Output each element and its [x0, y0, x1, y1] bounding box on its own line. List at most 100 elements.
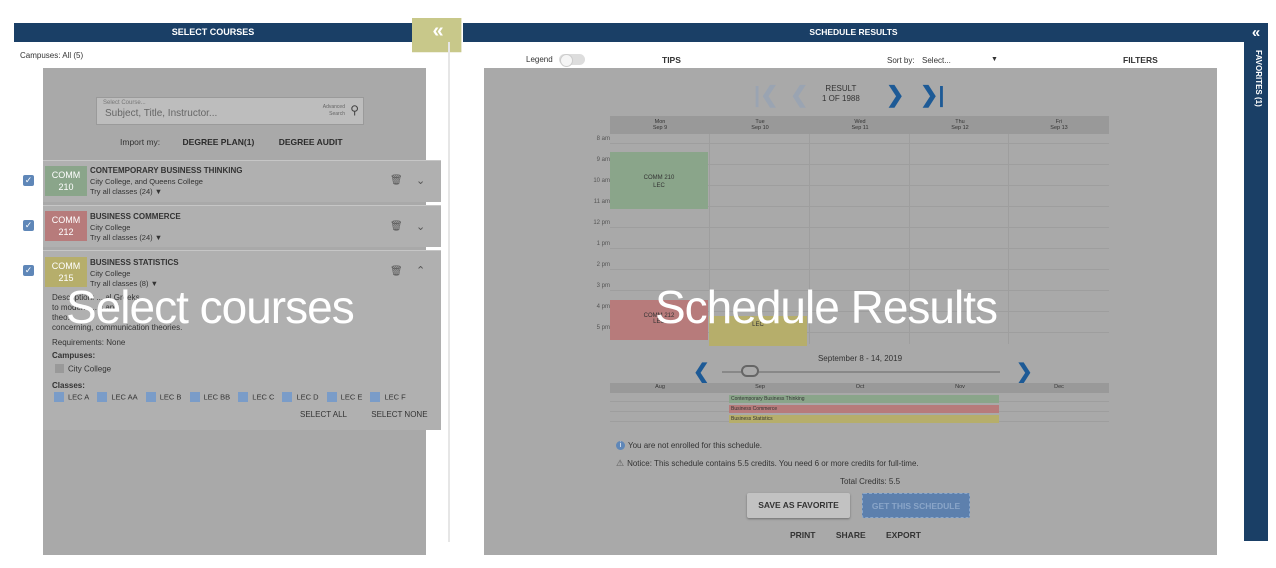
course-subject: COMM	[51, 215, 81, 225]
import-degree-plan-link[interactable]: DEGREE PLAN(1)	[183, 137, 255, 147]
hour-label: 11 am	[593, 199, 610, 205]
schedule-actions: PRINT SHARE EXPORT	[790, 530, 939, 540]
panel-divider	[448, 42, 450, 542]
caret-down-icon[interactable]: ▼	[991, 56, 998, 63]
week-slider-track[interactable]	[722, 371, 1000, 373]
hour-label: 2 pm	[596, 262, 610, 268]
class-checkbox[interactable]	[145, 392, 156, 403]
campus-checkbox-item[interactable]: City College	[55, 364, 112, 374]
print-link[interactable]: PRINT	[790, 530, 816, 540]
advanced-search-link[interactable]: Advanced Search	[317, 104, 345, 118]
campuses-filter-label[interactable]: Campuses: All (5)	[20, 51, 83, 60]
select-all-link[interactable]: SELECT ALL	[300, 410, 347, 419]
classes-checkbox-row: LEC A LEC AA LEC B LEC BB LEC C LEC D LE…	[54, 392, 406, 403]
credits-notice-text: Notice: This schedule contains 5.5 credi…	[627, 459, 919, 468]
search-field-label: Select Course...	[103, 100, 146, 106]
try-all-classes-dropdown[interactable]: Try all classes (24) ▼	[90, 187, 162, 196]
chevron-down-icon[interactable]: ⌄	[416, 220, 425, 233]
day-header: Fri Sep 13	[1009, 119, 1109, 131]
day-header: Mon Sep 9	[610, 119, 710, 131]
select-links: SELECT ALL SELECT NONE	[300, 410, 450, 419]
previous-result-icon[interactable]: ❮	[790, 82, 808, 108]
course-checkbox[interactable]: ✓	[23, 220, 34, 231]
classes-heading: Classes:	[52, 381, 85, 390]
course-search-field[interactable]: Select Course... Subject, Title, Instruc…	[96, 97, 364, 125]
try-all-classes-dropdown[interactable]: Try all classes (24) ▼	[90, 233, 162, 242]
class-checkbox[interactable]	[282, 392, 293, 403]
legend-toggle[interactable]	[559, 54, 585, 67]
course-number: 210	[58, 182, 74, 192]
class-checkbox[interactable]	[238, 392, 249, 403]
course-title: CONTEMPORARY BUSINESS THINKING	[90, 166, 243, 175]
export-link[interactable]: EXPORT	[886, 530, 921, 540]
day-date: Sep 13	[1050, 125, 1068, 131]
favorites-label[interactable]: FAVORITES (1)	[1249, 50, 1263, 107]
expand-favorites-icon[interactable]: «	[1244, 24, 1268, 41]
course-checkbox[interactable]: ✓	[23, 265, 34, 276]
save-as-favorite-button[interactable]: SAVE AS FAVORITE	[747, 493, 850, 518]
campus-checkbox[interactable]	[55, 364, 64, 374]
month-label: Aug	[655, 384, 665, 390]
class-checkbox[interactable]	[189, 392, 200, 403]
class-checkbox[interactable]	[370, 392, 381, 403]
chevron-up-icon[interactable]: ⌃	[416, 264, 425, 277]
class-label: LEC A	[68, 392, 90, 402]
filters-link[interactable]: FILTERS	[1123, 55, 1158, 65]
enrollment-notice: i You are not enrolled for this schedule.	[616, 441, 762, 451]
month-label: Sep	[755, 384, 765, 390]
last-result-icon[interactable]: ❯|	[920, 82, 945, 108]
hour-line	[610, 248, 1109, 249]
total-credits: Total Credits: 5.5	[839, 477, 901, 486]
week-range-label: September 8 - 14, 2019	[817, 354, 903, 363]
schedule-block-comm210[interactable]: COMM 210 LEC	[610, 152, 708, 209]
class-label: LEC F	[384, 392, 406, 402]
search-input[interactable]: Subject, Title, Instructor...	[105, 108, 217, 119]
class-label: LEC AA	[111, 392, 138, 402]
import-degree-audit-link[interactable]: DEGREE AUDIT	[279, 137, 343, 147]
get-this-schedule-button[interactable]: GET THIS SCHEDULE	[862, 493, 970, 518]
campus-name: City College	[68, 364, 112, 374]
share-link[interactable]: SHARE	[836, 530, 866, 540]
next-result-icon[interactable]: ❯	[886, 82, 904, 108]
month-label: Dec	[1054, 384, 1064, 390]
course-subject: COMM	[51, 261, 81, 271]
hour-label: 9 am	[596, 157, 610, 163]
week-slider-handle[interactable]	[741, 365, 759, 377]
hour-label: 3 pm	[596, 283, 610, 289]
day-date: Sep 10	[751, 125, 769, 131]
collapse-left-panel-icon[interactable]: «	[412, 18, 462, 53]
hour-line	[610, 269, 1109, 270]
course-subject: COMM	[51, 170, 81, 180]
course-campus: City College	[90, 269, 131, 278]
class-checkbox[interactable]	[54, 392, 64, 403]
course-number: 212	[58, 227, 74, 237]
tips-link[interactable]: TIPS	[662, 55, 681, 65]
select-none-link[interactable]: SELECT NONE	[371, 410, 427, 419]
class-checkbox[interactable]	[326, 392, 337, 403]
select-courses-header: SELECT COURSES	[14, 23, 412, 42]
course-checkbox[interactable]: ✓	[23, 175, 34, 186]
sort-select[interactable]: Select...	[922, 56, 951, 65]
hour-line	[610, 143, 1109, 144]
course-campus: City College, and Queens College	[90, 177, 203, 186]
class-checkbox[interactable]	[97, 392, 108, 403]
trash-icon[interactable]: 🗑	[390, 266, 403, 277]
chevron-down-icon[interactable]: ⌄	[416, 174, 425, 187]
import-row: Import my: DEGREE PLAN(1) DEGREE AUDIT	[120, 137, 365, 147]
result-count: 1 OF 1988	[822, 94, 860, 103]
next-week-icon[interactable]: ❯	[1016, 359, 1033, 384]
day-date: Sep 12	[951, 125, 969, 131]
day-header: Thu Sep 12	[910, 119, 1010, 131]
class-label: LEC BB	[203, 392, 231, 402]
course-badge: COMM 210	[45, 166, 87, 196]
month-label: Nov	[955, 384, 965, 390]
day-header: Wed Sep 11	[810, 119, 910, 131]
course-campus: City College	[90, 223, 131, 232]
trash-icon[interactable]: 🗑	[390, 175, 403, 186]
first-result-icon[interactable]: |❮	[754, 82, 779, 108]
timeline-bar: Business Statistics	[729, 415, 999, 423]
search-icon[interactable]: ⚲	[350, 103, 359, 117]
previous-week-icon[interactable]: ❮	[693, 359, 710, 384]
trash-icon[interactable]: 🗑	[390, 221, 403, 232]
campuses-heading: Campuses:	[52, 351, 96, 360]
